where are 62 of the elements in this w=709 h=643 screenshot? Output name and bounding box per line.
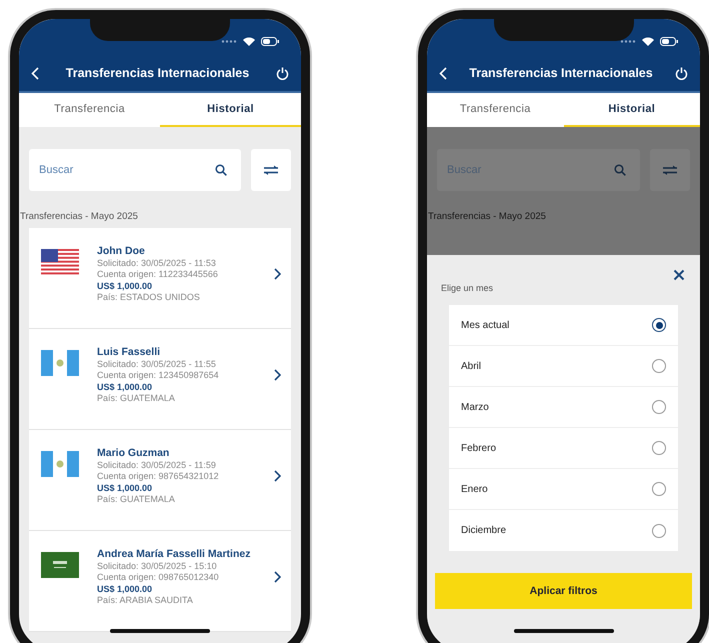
- wifi-icon: [243, 36, 255, 46]
- search-field[interactable]: Buscar: [29, 149, 241, 191]
- wifi-icon: [642, 36, 654, 46]
- sliders-icon: [663, 165, 677, 175]
- country: País: ESTADOS UNIDOS: [97, 292, 201, 304]
- requested-date: Solicitado: 30/05/2025 - 11:53: [97, 258, 217, 269]
- radio-button[interactable]: [652, 359, 666, 373]
- radio-button[interactable]: [652, 400, 666, 414]
- source-account: Cuenta origen: 112233445566: [97, 269, 219, 280]
- battery-icon: [660, 36, 678, 46]
- country: País: ARABIA SAUDITA: [97, 595, 194, 606]
- filter-button[interactable]: [650, 149, 690, 191]
- chevron-icon: [274, 369, 281, 381]
- apply-filters-button[interactable]: Aplicar filtros: [435, 573, 692, 609]
- search-icon: [614, 164, 626, 176]
- recipient-name: Luis Fasselli: [97, 346, 162, 358]
- back-icon[interactable]: [31, 66, 39, 80]
- header-title: Transferencias Internacionales: [468, 66, 654, 80]
- amount: US$ 1,000.00: [97, 382, 154, 393]
- amount: US$ 1,000.00: [97, 280, 154, 292]
- close-button[interactable]: [672, 269, 686, 283]
- signal-icon: [620, 40, 636, 42]
- section-title: Transferencias - Mayo 2025: [20, 211, 139, 222]
- radio-button[interactable]: [652, 482, 666, 496]
- requested-date: Solicitado: 30/05/2025 - 11:59: [97, 460, 217, 471]
- flag-icon: [41, 451, 79, 477]
- amount: US$ 1,000.00: [97, 482, 154, 494]
- chevron-icon: [274, 470, 281, 482]
- flag-icon: [41, 249, 79, 275]
- requested-date: Solicitado: 30/05/2025 - 11:55: [97, 358, 217, 370]
- recipient-name: Mario Guzman: [97, 446, 170, 460]
- battery-icon: [261, 36, 279, 46]
- source-account: Cuenta origen: 123450987654: [97, 370, 220, 382]
- flag-icon: [41, 552, 79, 578]
- country: País: GUATEMALA: [97, 494, 176, 506]
- signal-icon: [221, 40, 237, 42]
- source-account: Cuenta origen: 987654321012: [97, 471, 220, 482]
- chevron-icon: [274, 268, 281, 280]
- radio-button[interactable]: [652, 441, 666, 455]
- transfer-card[interactable]: Andrea María Fasselli Martinez Solicitado: 30/05/2025 - 15:10 Cuenta origen: 098765012340 US$ 1,000.00 País: ARABIA SAUDITA: [29, 531, 291, 632]
- power-icon[interactable]: [675, 66, 688, 80]
- section-title: Transferencias - Mayo 2025: [428, 211, 547, 222]
- radio-button[interactable]: [652, 524, 666, 538]
- flag-icon: [41, 350, 79, 376]
- chevron-icon: [274, 571, 281, 583]
- filter-button[interactable]: [251, 149, 291, 191]
- recipient-name: John Doe: [97, 244, 146, 258]
- transfer-card[interactable]: Luis Fasselli Solicitado: 30/05/2025 - 11:55 Cuenta origen: 123450987654 US$ 1,000.00 País: GUATEMALA: [29, 329, 291, 430]
- amount: US$ 1,000.00: [97, 584, 154, 595]
- sheet-title: Elige un mes: [441, 283, 494, 293]
- sliders-icon: [264, 165, 278, 175]
- transfer-card[interactable]: John Doe Solicitado: 30/05/2025 - 11:53 Cuenta origen: 112233445566 US$ 1,000.00 País: ESTADOS UNIDOS: [29, 228, 291, 329]
- radio-button[interactable]: [652, 318, 666, 332]
- transfer-card[interactable]: Mario Guzman Solicitado: 30/05/2025 - 11:59 Cuenta origen: 987654321012 US$ 1,000.00 País: GUATEMALA: [29, 430, 291, 531]
- power-icon[interactable]: [276, 66, 289, 80]
- requested-date: Solicitado: 30/05/2025 - 15:10: [97, 560, 218, 572]
- search-icon: [215, 164, 227, 176]
- back-icon[interactable]: [439, 66, 447, 80]
- header-title: Transferencias Internacionales: [64, 66, 250, 80]
- source-account: Cuenta origen: 098765012340: [97, 572, 220, 584]
- recipient-name: Andrea María Fasselli Martinez: [97, 548, 252, 560]
- country: País: GUATEMALA: [97, 393, 176, 404]
